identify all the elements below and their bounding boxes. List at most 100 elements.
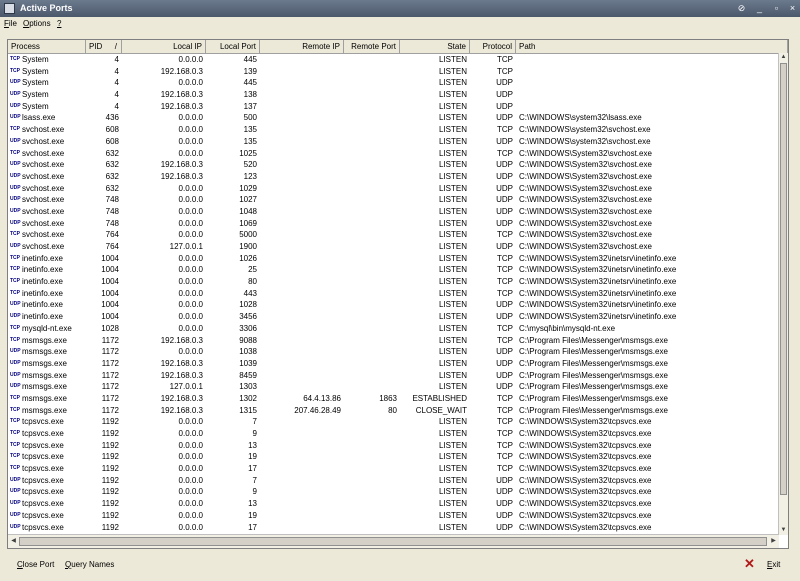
table-row[interactable]: UDP inetinfo.exe 1004 0.0.0.0 3456 LISTEN UDP C…: [8, 311, 788, 323]
remote-ip-cell: [260, 77, 344, 89]
table-row[interactable]: UDP svchost.exe 748 0.0.0.0 1027 LISTEN UDP C:\…: [8, 194, 788, 206]
table-row[interactable]: TCP msmsgs.exe 1172 192.168.0.3 1302 64.4.13.…: [8, 393, 788, 405]
local-ip-cell: 0.0.0.0: [178, 475, 203, 485]
table-row[interactable]: UDP svchost.exe 632 192.168.0.3 123 LISTEN UDP…: [8, 171, 788, 183]
table-row[interactable]: UDP svchost.exe 632 0.0.0.0 1029 LISTEN UDP C:\…: [8, 183, 788, 195]
table-row[interactable]: UDP System 4 0.0.0.0 445 LISTEN UDP: [8, 77, 788, 89]
table-row[interactable]: UDP msmsgs.exe 1172 0.0.0.0 1038 LISTEN UDP C:\…: [8, 346, 788, 358]
process-cell: tcpsvcs.exe: [22, 429, 64, 438]
table-row[interactable]: UDP tcpsvcs.exe 1192 0.0.0.0 9 LISTEN UDP C:\WI…: [8, 486, 788, 498]
column-header-remote-port[interactable]: Remote Port: [344, 40, 400, 53]
local-port-cell: 445: [243, 55, 257, 64]
path-cell: C:\WINDOWS\system32\lsass.exe: [519, 113, 642, 123]
exit-x-icon[interactable]: ✕: [744, 556, 755, 572]
column-header-state[interactable]: State: [400, 40, 470, 53]
column-header-pid[interactable]: PID /: [86, 40, 122, 53]
vertical-scroll-thumb[interactable]: [780, 63, 787, 495]
menu-file[interactable]: File: [4, 19, 17, 28]
local-ip-cell: 0.0.0.0: [178, 230, 203, 240]
table-row[interactable]: UDP svchost.exe 608 0.0.0.0 135 LISTEN UDP C:\W…: [8, 136, 788, 148]
table-row[interactable]: UDP lsass.exe 436 0.0.0.0 500 LISTEN UDP C:\WIN…: [8, 112, 788, 124]
local-ip-cell: 0.0.0.0: [178, 206, 203, 216]
table-row[interactable]: TCP msmsgs.exe 1172 192.168.0.3 9088 LISTEN TC…: [8, 335, 788, 347]
table-row[interactable]: TCP svchost.exe 632 0.0.0.0 1025 LISTEN TCP C:\…: [8, 148, 788, 160]
table-row[interactable]: TCP msmsgs.exe 1172 192.168.0.3 1315 207.46.2…: [8, 405, 788, 417]
table-row[interactable]: TCP System 4 192.168.0.3 139 LISTEN TCP: [8, 66, 788, 78]
table-row[interactable]: TCP svchost.exe 608 0.0.0.0 135 LISTEN TCP C:\W…: [8, 124, 788, 136]
table-row[interactable]: UDP tcpsvcs.exe 1192 0.0.0.0 13 LISTEN UDP C:\W…: [8, 498, 788, 510]
column-header-remote-ip[interactable]: Remote IP: [260, 40, 344, 53]
table-row[interactable]: UDP svchost.exe 748 0.0.0.0 1069 LISTEN UDP C:\…: [8, 218, 788, 230]
table-row[interactable]: TCP inetinfo.exe 1004 0.0.0.0 80 LISTEN TCP C:\…: [8, 276, 788, 288]
local-port-cell: 135: [243, 136, 257, 146]
table-row[interactable]: TCP mysqld-nt.exe 1028 0.0.0.0 3306 LISTEN TCP…: [8, 323, 788, 335]
ports-list[interactable]: Process PID / Local IP Local Port Remote …: [7, 39, 789, 549]
state-cell: LISTEN: [438, 323, 467, 333]
table-row[interactable]: UDP svchost.exe 764 127.0.0.1 1900 LISTEN UDP C…: [8, 241, 788, 253]
close-button[interactable]: ×: [786, 2, 799, 15]
scroll-up-icon[interactable]: ▲: [779, 53, 788, 62]
table-row[interactable]: TCP System 4 0.0.0.0 445 LISTEN TCP: [8, 54, 788, 66]
column-header-protocol[interactable]: Protocol: [470, 40, 516, 53]
column-header-local-ip[interactable]: Local IP: [122, 40, 206, 53]
column-header-local-port[interactable]: Local Port: [206, 40, 260, 53]
table-row[interactable]: TCP tcpsvcs.exe 1192 0.0.0.0 13 LISTEN TCP C:\W…: [8, 440, 788, 452]
table-row[interactable]: UDP tcpsvcs.exe 1192 0.0.0.0 7 LISTEN UDP C:\WI…: [8, 475, 788, 487]
table-row[interactable]: UDP System 4 192.168.0.3 137 LISTEN UDP: [8, 101, 788, 113]
table-row[interactable]: UDP svchost.exe 748 0.0.0.0 1048 LISTEN UDP C:\…: [8, 206, 788, 218]
remote-port-cell: [344, 229, 400, 241]
local-ip-cell: 0.0.0.0: [178, 277, 203, 287]
scroll-down-icon[interactable]: ▼: [779, 526, 788, 535]
path-cell: C:\Program Files\Messenger\msmsgs.exe: [519, 335, 668, 345]
process-cell: svchost.exe: [22, 125, 65, 135]
table-row[interactable]: UDP svchost.exe 632 192.168.0.3 520 LISTEN UDP…: [8, 159, 788, 171]
protocol-cell: UDP: [496, 300, 513, 310]
app-icon: [4, 3, 15, 14]
state-cell: LISTEN: [438, 288, 467, 298]
close-port-button[interactable]: Close Port: [17, 560, 54, 569]
horizontal-scrollbar[interactable]: ◀ ▶: [8, 534, 779, 548]
exit-button[interactable]: Exit: [767, 560, 780, 569]
table-row[interactable]: UDP tcpsvcs.exe 1192 0.0.0.0 17 LISTEN UDP C:\W…: [8, 522, 788, 534]
local-ip-cell: 0.0.0.0: [178, 125, 203, 135]
minimize-button[interactable]: _: [753, 2, 766, 15]
path-cell: C:\WINDOWS\System32\inetsrv\inetinfo.exe: [519, 265, 677, 275]
window-title: Active Ports: [20, 3, 73, 13]
vertical-scrollbar[interactable]: ▲ ▼: [778, 53, 788, 535]
horizontal-scroll-thumb[interactable]: [19, 537, 767, 546]
menu-help[interactable]: ?: [57, 19, 61, 28]
remote-port-cell: [344, 311, 400, 323]
table-row[interactable]: TCP inetinfo.exe 1004 0.0.0.0 25 LISTEN TCP C:\…: [8, 264, 788, 276]
table-row[interactable]: TCP svchost.exe 764 0.0.0.0 5000 LISTEN TCP C:\…: [8, 229, 788, 241]
maximize-button[interactable]: ▫: [770, 2, 783, 15]
protocol-cell: TCP: [497, 440, 513, 450]
table-row[interactable]: UDP System 4 192.168.0.3 138 LISTEN UDP: [8, 89, 788, 101]
table-row[interactable]: TCP tcpsvcs.exe 1192 0.0.0.0 17 LISTEN TCP C:\W…: [8, 463, 788, 475]
table-row[interactable]: UDP inetinfo.exe 1004 0.0.0.0 1028 LISTEN UDP C…: [8, 299, 788, 311]
menu-bar: File Options ?: [0, 17, 800, 32]
table-row[interactable]: TCP tcpsvcs.exe 1192 0.0.0.0 9 LISTEN TCP C:\WI…: [8, 428, 788, 440]
remote-ip-cell: [260, 148, 344, 160]
table-row[interactable]: TCP tcpsvcs.exe 1192 0.0.0.0 19 LISTEN TCP C:\W…: [8, 451, 788, 463]
table-row[interactable]: UDP tcpsvcs.exe 1192 0.0.0.0 19 LISTEN UDP C:\W…: [8, 510, 788, 522]
protocol-cell: UDP: [496, 183, 513, 193]
column-header-process[interactable]: Process: [8, 40, 86, 53]
column-header-path[interactable]: Path: [516, 40, 788, 53]
help-icon[interactable]: ⊘: [735, 2, 748, 15]
table-row[interactable]: UDP msmsgs.exe 1172 127.0.0.1 1303 LISTEN UDP C…: [8, 381, 788, 393]
pid-cell: 632: [105, 171, 119, 181]
protocol-cell: TCP: [497, 323, 513, 333]
remote-port-cell: [344, 241, 400, 253]
query-names-button[interactable]: Query Names: [65, 560, 114, 569]
path-cell: C:\WINDOWS\System32\svchost.exe: [519, 230, 652, 240]
scroll-right-icon[interactable]: ▶: [769, 537, 778, 546]
remote-port-cell: [344, 112, 400, 124]
pid-cell: 1028: [101, 323, 119, 333]
table-row[interactable]: TCP tcpsvcs.exe 1192 0.0.0.0 7 LISTEN TCP C:\WI…: [8, 416, 788, 428]
menu-options[interactable]: Options: [23, 19, 51, 28]
table-row[interactable]: UDP msmsgs.exe 1172 192.168.0.3 8459 LISTEN UD…: [8, 370, 788, 382]
table-row[interactable]: UDP msmsgs.exe 1172 192.168.0.3 1039 LISTEN UD…: [8, 358, 788, 370]
scroll-left-icon[interactable]: ◀: [9, 537, 18, 546]
table-row[interactable]: TCP inetinfo.exe 1004 0.0.0.0 443 LISTEN TCP C:…: [8, 288, 788, 300]
table-row[interactable]: TCP inetinfo.exe 1004 0.0.0.0 1026 LISTEN TCP C…: [8, 253, 788, 265]
